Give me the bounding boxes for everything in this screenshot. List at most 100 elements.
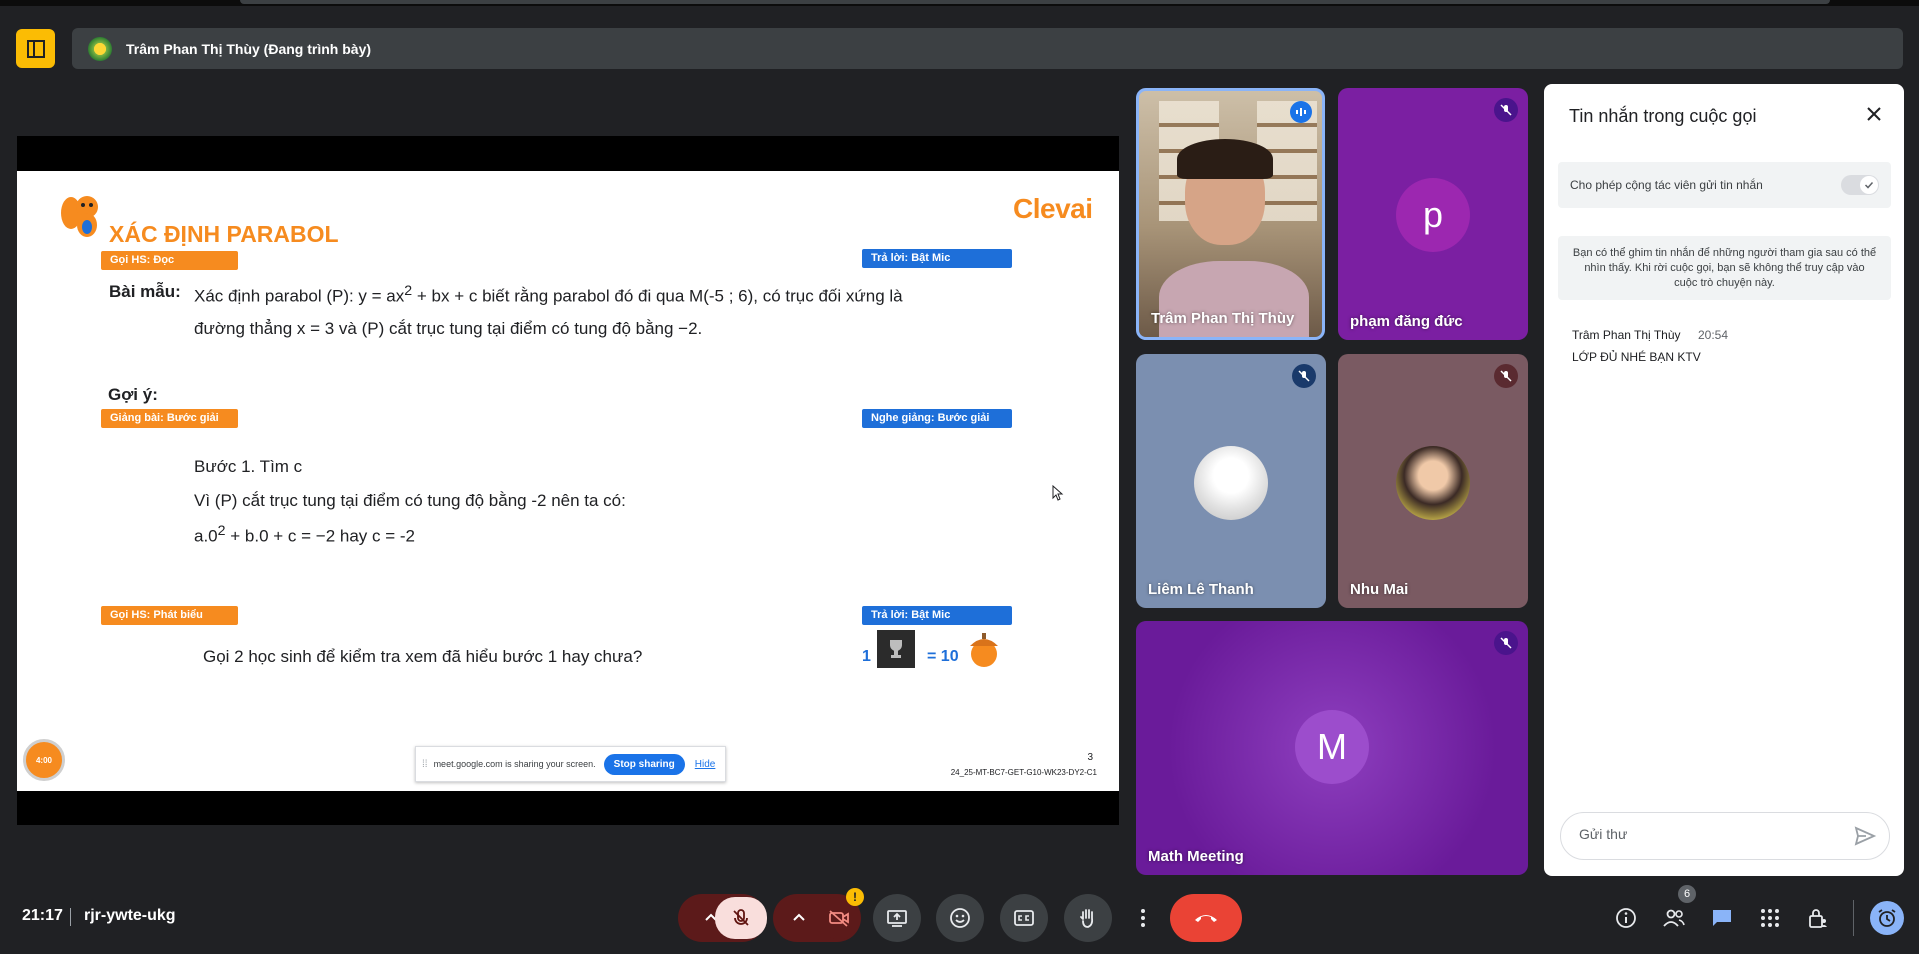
participant-avatar [1396,446,1470,520]
participant-tile-duc[interactable]: p phạm đăng đức [1338,88,1528,340]
tag-goi-hs-phat-bieu: Gọi HS: Phát biểu [101,606,238,625]
present-icon [887,910,907,927]
drag-handle-icon[interactable]: ⁞⁞ [422,759,428,770]
people-icon [1663,909,1685,927]
chat-info-notice: Bạn có thể ghim tin nhắn để những người … [1558,236,1891,300]
mic-toggle-button[interactable] [715,897,767,939]
hide-link[interactable]: Hide [695,759,716,770]
present-screen-button[interactable] [873,894,921,942]
info-icon [1616,908,1636,928]
chat-button[interactable] [1704,900,1740,936]
question-text: Gọi 2 học sinh để kiểm tra xem đã hiểu b… [203,647,643,666]
hand-icon [1080,909,1094,928]
activities-button[interactable] [1752,900,1788,936]
camera-options-chevron-icon[interactable] [792,909,806,927]
camera-off-icon [829,910,849,927]
meeting-details-button[interactable] [1608,900,1644,936]
meeting-code: rjr-ywte-ukg [84,907,176,924]
tag-tra-loi-bat-mic-2: Trả lời: Bật Mic [862,606,1012,625]
allow-messages-row: Cho phép cộng tác viên gửi tin nhắn [1558,162,1891,208]
tag-goi-hs-doc: Gọi HS: Đọc [101,251,238,270]
message-time: 20:54 [1698,328,1729,342]
participant-avatar: p [1396,178,1470,252]
screen-share-notice: ⁞⁞ meet.google.com is sharing your scree… [415,746,726,782]
participant-tile-liem[interactable]: Liêm Lê Thanh [1136,354,1326,608]
muted-mic-icon [1494,364,1518,388]
participant-hair [1177,139,1273,179]
more-vert-icon [1141,909,1145,927]
chat-input-box [1560,812,1890,860]
leave-call-button[interactable] [1170,894,1242,942]
participant-tile-nhu[interactable]: Nhu Mai [1338,354,1528,608]
reactions-button[interactable] [936,894,984,942]
chat-input[interactable] [1577,825,1841,843]
participant-tile-math[interactable]: M Math Meeting [1136,621,1528,875]
browser-top-strip [0,0,1919,6]
participant-name: Nhu Mai [1350,581,1409,598]
reward-value: = 10 [927,648,959,665]
side-panel-toggle-icon[interactable] [16,29,55,68]
speaking-indicator-icon [1290,101,1312,123]
goi-y-label: Gợi ý: [108,385,158,404]
captions-button[interactable] [1000,894,1048,942]
slide-title: XÁC ĐỊNH PARABOL [109,221,339,247]
muted-mic-icon [1494,631,1518,655]
clevai-logo: Clevai [1013,193,1093,224]
tag-tra-loi-bat-mic: Trả lời: Bật Mic [862,249,1012,268]
timer-button[interactable] [1870,901,1904,935]
allow-messages-label: Cho phép cộng tác viên gửi tin nhắn [1570,178,1763,192]
participant-body [1159,261,1309,337]
participant-avatar [1194,446,1268,520]
participant-name: Liêm Lê Thanh [1148,581,1254,598]
lock-person-icon [1809,909,1827,928]
chat-panel: Tin nhắn trong cuộc gọi Cho phép cộng tá… [1544,84,1904,876]
slide-code: 24_25-MT-BC7-GET-G10-WK23-DY2-C1 [950,768,1097,777]
hang-up-icon [1195,915,1217,922]
presenter-banner: Trâm Phan Thị Thùy (Đang trình bày) [72,28,1903,69]
alarm-icon [1878,909,1896,927]
participant-name: Trâm Phan Thị Thùy [1151,310,1295,327]
trophy-icon [877,630,915,668]
close-icon[interactable] [1862,102,1886,126]
emoji-icon [950,908,970,928]
slide-page-number: 3 [1087,752,1093,763]
message-text: LỚP ĐỦ NHÉ BẠN KTV [1572,350,1701,364]
participant-name: phạm đăng đức [1350,313,1463,330]
tag-nghe-giang: Nghe giảng: Bước giải [862,409,1012,428]
current-time: 21:17 [22,907,63,924]
buoc-1-title: Bước 1. Tìm c [194,457,303,476]
buoc-1-line-2: Vì (P) cắt trục tung tại điểm có tung độ… [194,491,626,510]
divider [70,908,71,926]
acorn-icon [970,633,998,667]
chat-title: Tin nhắn trong cuộc gọi [1569,106,1757,126]
raise-hand-button[interactable] [1064,894,1112,942]
mouse-cursor-icon [1052,485,1064,501]
muted-mic-icon [1292,364,1316,388]
countdown-timer: 4:00 [23,739,65,781]
buoc-1-line-3: a.02 + b.0 + c = −2 hay c = -2 [194,523,415,546]
bai-mau-line-2: đường thẳng x = 3 và (P) cắt trục tung t… [194,319,703,338]
allow-messages-toggle[interactable] [1841,175,1879,195]
stop-sharing-button[interactable]: Stop sharing [603,753,685,775]
participant-tile-tram[interactable]: Trâm Phan Thị Thùy [1136,88,1325,340]
presentation-slide: XÁC ĐỊNH PARABOL Clevai Gọi HS: Đọc Trả … [17,171,1119,791]
toolbar-divider [1853,900,1854,936]
captions-icon [1014,910,1034,926]
presenter-avatar [88,36,112,61]
participant-name: Math Meeting [1148,848,1244,865]
tag-giang-bai: Giảng bài: Bước giải [101,409,238,428]
chat-icon [1713,910,1731,926]
check-icon [1860,176,1878,194]
host-controls-button[interactable] [1800,900,1836,936]
people-count-badge: 6 [1678,885,1696,903]
top-scroll-thumb [240,0,1830,4]
participant-avatar: M [1295,710,1369,784]
share-message: meet.google.com is sharing your screen. [433,759,596,769]
people-button[interactable] [1656,900,1692,936]
camera-warning-badge: ! [846,888,864,906]
more-options-button[interactable] [1128,894,1158,942]
squirrel-mascot-icon [61,196,98,237]
muted-mic-icon [1494,98,1518,122]
bai-mau-label: Bài mẫu: [109,282,181,301]
send-icon[interactable] [1853,824,1877,848]
